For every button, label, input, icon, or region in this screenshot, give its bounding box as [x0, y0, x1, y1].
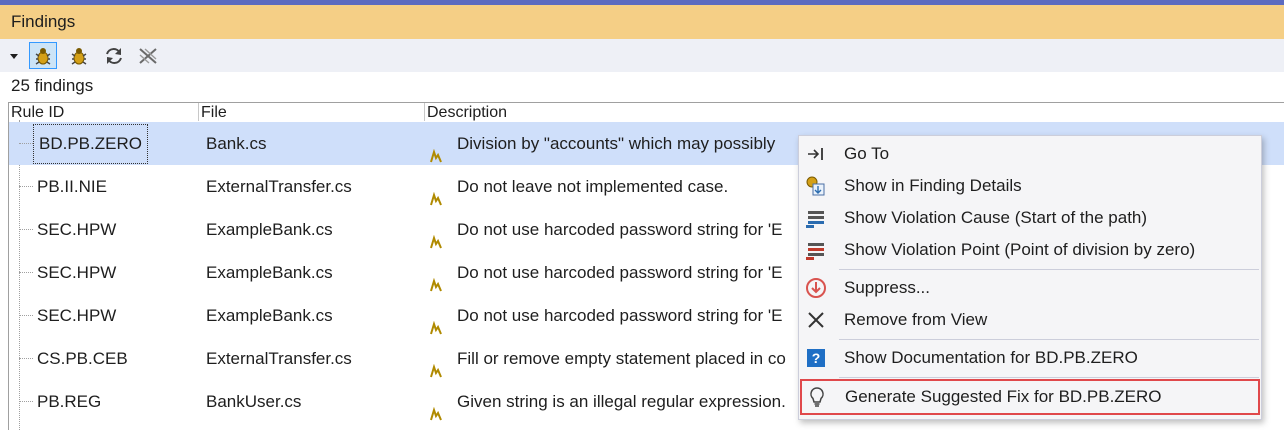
rule-id-cell: CS.PB.CEB: [37, 349, 128, 368]
clear-icon[interactable]: [134, 42, 162, 69]
dropdown-icon[interactable]: [6, 42, 22, 69]
rule-id-cell: SEC.HPW: [37, 220, 117, 239]
menu-item-show-violation-point[interactable]: Show Violation Point (Point of division …: [799, 235, 1261, 265]
go-to-icon: [805, 143, 827, 165]
severity-icon: [429, 265, 443, 292]
rule-id-cell: PB.REG: [37, 392, 102, 411]
panel-title-bar: Findings: [0, 5, 1284, 39]
description-cell: Fill or remove empty statement placed in…: [457, 349, 786, 368]
menu-separator: [839, 339, 1259, 340]
table-header: Rule ID File Description: [9, 102, 1284, 121]
menu-item-show-violation-cause[interactable]: Show Violation Cause (Start of the path): [799, 203, 1261, 233]
svg-text:?: ?: [812, 350, 821, 366]
menu-item-suppress[interactable]: Suppress...: [799, 273, 1261, 303]
file-cell: Bank.cs: [206, 134, 267, 153]
menu-item-remove-from-view[interactable]: Remove from View: [799, 305, 1261, 335]
help-icon: ?: [805, 347, 827, 369]
severity-icon: [429, 179, 443, 206]
file-cell: ExampleBank.cs: [206, 220, 333, 239]
file-cell: BankUser.cs: [206, 392, 302, 411]
file-cell: ExternalTransfer.cs: [206, 177, 352, 196]
rule-id-cell: PB.II.NIE: [37, 177, 107, 196]
bug-icon[interactable]: [66, 42, 92, 69]
file-cell: ExampleBank.cs: [206, 263, 333, 282]
severity-icon: [429, 222, 443, 249]
severity-icon: [429, 308, 443, 335]
file-cell: ExampleBank.cs: [206, 306, 333, 325]
menu-item-generate-suggested-fix[interactable]: Generate Suggested Fix for BD.PB.ZERO: [800, 379, 1260, 415]
description-cell: Do not use harcoded password string for …: [457, 306, 783, 325]
menu-item-go-to[interactable]: Go To: [799, 139, 1261, 169]
rule-id-cell: SEC.HPW: [37, 263, 117, 282]
suppress-icon: [805, 277, 827, 299]
violation-point-icon: [805, 239, 827, 261]
column-header-file[interactable]: File: [199, 103, 425, 121]
findings-count: 25 findings: [11, 76, 94, 95]
lightbulb-icon: [806, 386, 828, 408]
menu-item-show-in-finding-details[interactable]: Show in Finding Details: [799, 171, 1261, 201]
column-header-description[interactable]: Description: [425, 103, 1284, 121]
description-cell: Do not leave not implemented case.: [457, 177, 729, 196]
menu-separator: [839, 377, 1259, 378]
column-header-rule-id[interactable]: Rule ID: [9, 103, 199, 121]
description-cell: Division by "accounts" which may possibl…: [457, 134, 776, 153]
menu-item-show-documentation[interactable]: ? Show Documentation for BD.PB.ZERO: [799, 343, 1261, 373]
context-menu: Go To Show in Finding Details Show Viola…: [798, 135, 1262, 420]
menu-separator: [839, 269, 1259, 270]
remove-icon: [805, 309, 827, 331]
panel-title: Findings: [11, 12, 76, 31]
description-cell: Given string is an illegal regular expre…: [457, 392, 786, 411]
severity-icon: [429, 351, 443, 378]
file-cell: ExternalTransfer.cs: [206, 349, 352, 368]
violation-cause-icon: [805, 207, 827, 229]
toolbar: [0, 39, 1284, 72]
description-cell: Do not use harcoded password string for …: [457, 263, 783, 282]
refresh-icon[interactable]: [100, 42, 128, 69]
bug-filter-icon[interactable]: [29, 42, 57, 69]
finding-details-icon: [805, 175, 827, 197]
rule-id-cell: BD.PB.ZERO: [33, 124, 148, 164]
description-cell: Do not use harcoded password string for …: [457, 220, 783, 239]
severity-icon: [429, 136, 443, 163]
severity-icon: [429, 394, 443, 421]
rule-id-cell: SEC.HPW: [37, 306, 117, 325]
